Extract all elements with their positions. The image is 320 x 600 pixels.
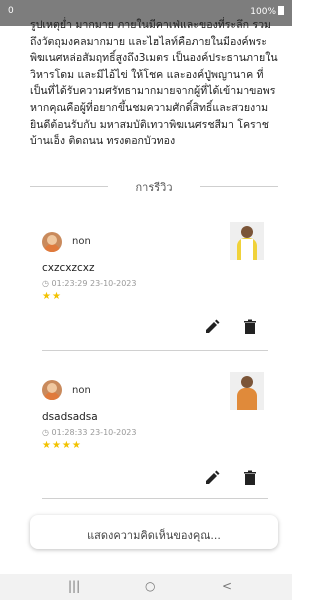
review-photo[interactable] <box>230 372 264 410</box>
photo-shirt <box>241 239 253 260</box>
divider-line <box>200 186 278 187</box>
battery-indicator: 100% <box>250 6 284 17</box>
review-date: ◷ 01:28:33 23-10-2023 <box>42 428 137 437</box>
delete-icon[interactable] <box>242 319 258 335</box>
review-text: dsadsadsa <box>42 411 98 423</box>
avatar <box>42 380 62 400</box>
review-card: non dsadsadsa ◷ 01:28:33 23-10-2023 ★★★★ <box>30 372 280 502</box>
reviewer-name: non <box>72 236 91 247</box>
edit-icon[interactable] <box>204 319 220 335</box>
place-description: รูปเหตุย่ำ มากมาย ภายในมีคาเฟ่และของที่ร… <box>30 19 278 148</box>
system-nav-bar: ||| ○ < <box>0 574 292 600</box>
review-card: non cxzcxzcxz ◷ 01:23:29 23-10-2023 ★★ <box>30 222 280 351</box>
review-text: cxzcxzcxz <box>42 262 95 274</box>
review-separator <box>42 350 268 351</box>
photo-head <box>241 226 253 238</box>
photo-body <box>237 388 257 410</box>
status-time: 0 <box>8 6 14 16</box>
home-button[interactable]: ○ <box>145 579 155 593</box>
comment-input[interactable]: แสดงความคิดเห็นของคุณ... <box>30 515 278 549</box>
comment-placeholder: แสดงความคิดเห็นของคุณ... <box>87 529 221 542</box>
battery-level: 100% <box>250 7 276 17</box>
delete-icon[interactable] <box>242 470 258 486</box>
review-photo[interactable] <box>230 222 264 260</box>
avatar <box>42 232 62 252</box>
photo-head <box>241 376 253 388</box>
back-button[interactable]: < <box>222 579 232 593</box>
rating-stars: ★★ <box>42 291 62 302</box>
reviews-section-header: การรีวิว <box>30 178 278 194</box>
battery-icon <box>278 6 284 15</box>
reviews-title: การรีวิว <box>135 181 173 194</box>
review-separator <box>42 498 268 499</box>
recents-button[interactable]: ||| <box>68 579 80 593</box>
rating-stars: ★★★★ <box>42 440 82 451</box>
reviewer-name: non <box>72 385 91 396</box>
edit-icon[interactable] <box>204 470 220 486</box>
review-date: ◷ 01:23:29 23-10-2023 <box>42 279 137 288</box>
